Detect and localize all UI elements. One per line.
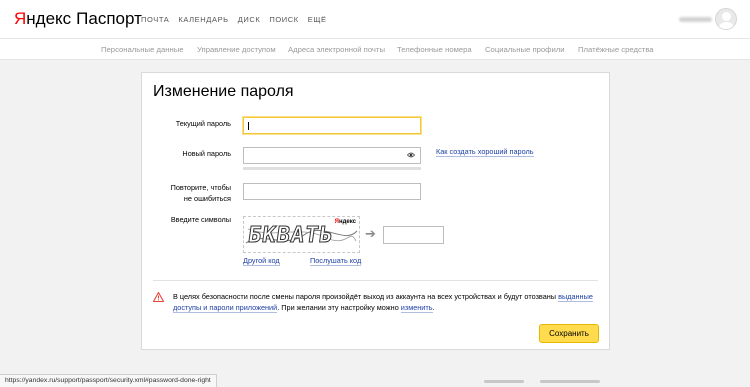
logo-product-name: Паспорт — [76, 9, 142, 28]
password-strength-bar — [243, 167, 421, 170]
nav-disk[interactable]: ДИСК — [238, 15, 261, 24]
new-password-field[interactable] — [243, 147, 421, 164]
yandex-passport-logo[interactable]: Яндекс Паспорт — [14, 10, 142, 28]
new-password-label: Новый пароль — [182, 149, 231, 158]
logo-brand-rest: ндекс — [26, 9, 72, 28]
change-password-card: Изменение пароля Текущий пароль Новый па… — [141, 72, 610, 350]
save-button[interactable]: Сохранить — [539, 324, 599, 343]
page-title: Изменение пароля — [153, 83, 294, 100]
arrow-right-icon: ➔ — [365, 226, 376, 241]
user-avatar-icon[interactable] — [715, 8, 737, 30]
divider — [153, 280, 598, 281]
subnav-social-profiles[interactable]: Социальные профили — [485, 45, 565, 54]
good-password-help-link[interactable]: Как создать хороший пароль — [436, 147, 534, 157]
captcha-yandex-logo: Яндекс — [335, 219, 356, 225]
change-setting-link[interactable]: изменить — [400, 303, 433, 313]
subnav-phone-numbers[interactable]: Телефонные номера — [397, 45, 472, 54]
security-warning-text: В целях безопасности после смены пароля … — [173, 291, 593, 313]
subnav-access-management[interactable]: Управление доступом — [197, 45, 276, 54]
repeat-password-field[interactable] — [243, 183, 421, 200]
top-header: Яндекс Паспорт ПОЧТА КАЛЕНДАРЬ ДИСК ПОИСК… — [0, 0, 750, 38]
captcha-image: БКВАТЬ Яндекс — [243, 216, 360, 253]
captcha-label: Введите символы — [170, 215, 231, 224]
warning-text-part1: В целях безопасности после смены пароля … — [173, 292, 559, 301]
listen-code-link[interactable]: Послушать код — [310, 256, 362, 266]
nav-search[interactable]: ПОИСК — [269, 15, 298, 24]
subnav-email-addresses[interactable]: Адреса электронной почты — [288, 45, 385, 54]
repeat-password-label-line2: не ошибиться — [183, 194, 231, 203]
subnav-payment-methods[interactable]: Платёжные средства — [578, 45, 654, 54]
username-redacted[interactable] — [679, 17, 712, 22]
text-caret — [248, 122, 249, 130]
warning-text-part3: . — [432, 303, 435, 312]
nav-calendar[interactable]: КАЛЕНДАРЬ — [178, 15, 228, 24]
services-nav: ПОЧТА КАЛЕНДАРЬ ДИСК ПОИСК ЕЩЁ — [141, 15, 327, 24]
logo-brand-first-letter: Я — [14, 9, 27, 28]
nav-mail[interactable]: ПОЧТА — [141, 15, 169, 24]
subnav-personal-data[interactable]: Персональные данные — [101, 45, 184, 54]
other-code-link[interactable]: Другой код — [243, 256, 280, 266]
current-password-field[interactable] — [243, 117, 421, 134]
eye-icon[interactable] — [407, 152, 415, 158]
captcha-text: БКВАТЬ — [246, 223, 336, 249]
footer-text-redacted — [484, 380, 524, 383]
passport-subnav: Персональные данные Управление доступом … — [0, 38, 750, 60]
footer-copyright-redacted — [540, 380, 600, 383]
captcha-brand-rest: ндекс — [338, 219, 356, 225]
current-password-label: Текущий пароль — [175, 119, 231, 128]
warning-triangle-icon — [153, 292, 164, 302]
warning-text-part2: . При желании эту настройку можно — [277, 303, 401, 312]
browser-status-url: https://yandex.ru/support/passport/secur… — [0, 374, 217, 387]
nav-more[interactable]: ЕЩЁ — [308, 15, 327, 24]
captcha-answer-field[interactable] — [383, 226, 444, 244]
